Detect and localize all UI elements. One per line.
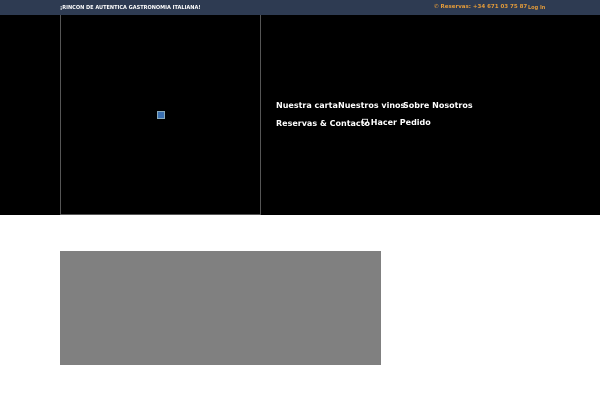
login-link[interactable]: Log In bbox=[528, 5, 545, 11]
logo-area[interactable] bbox=[60, 15, 261, 215]
phone-link[interactable]: ✆ Reservas: +34 671 03 75 87 bbox=[434, 4, 527, 10]
nav-sobre-nosotros[interactable]: Sobre Nosotros bbox=[403, 101, 473, 110]
logo-image-icon bbox=[157, 111, 165, 119]
nav-label: Hacer Pedido bbox=[370, 118, 431, 127]
shopping-bag-icon: ⛉ bbox=[362, 118, 371, 127]
media-placeholder bbox=[60, 251, 381, 365]
nav-nuestra-carta[interactable]: Nuestra carta bbox=[276, 101, 338, 110]
top-bar: ¡RINCON DE AUTENTICA GASTRONOMIA ITALIAN… bbox=[0, 0, 600, 15]
tagline: ¡RINCON DE AUTENTICA GASTRONOMIA ITALIAN… bbox=[60, 5, 201, 11]
nav-hacer-pedido[interactable]: ⛉ Hacer Pedido bbox=[362, 118, 431, 128]
phone-text: Reservas: +34 671 03 75 87 bbox=[440, 4, 528, 10]
nav-nuestros-vinos[interactable]: Nuestros vinos bbox=[338, 101, 405, 110]
nav-reservas-contacto[interactable]: Reservas & Contacto bbox=[276, 119, 370, 128]
